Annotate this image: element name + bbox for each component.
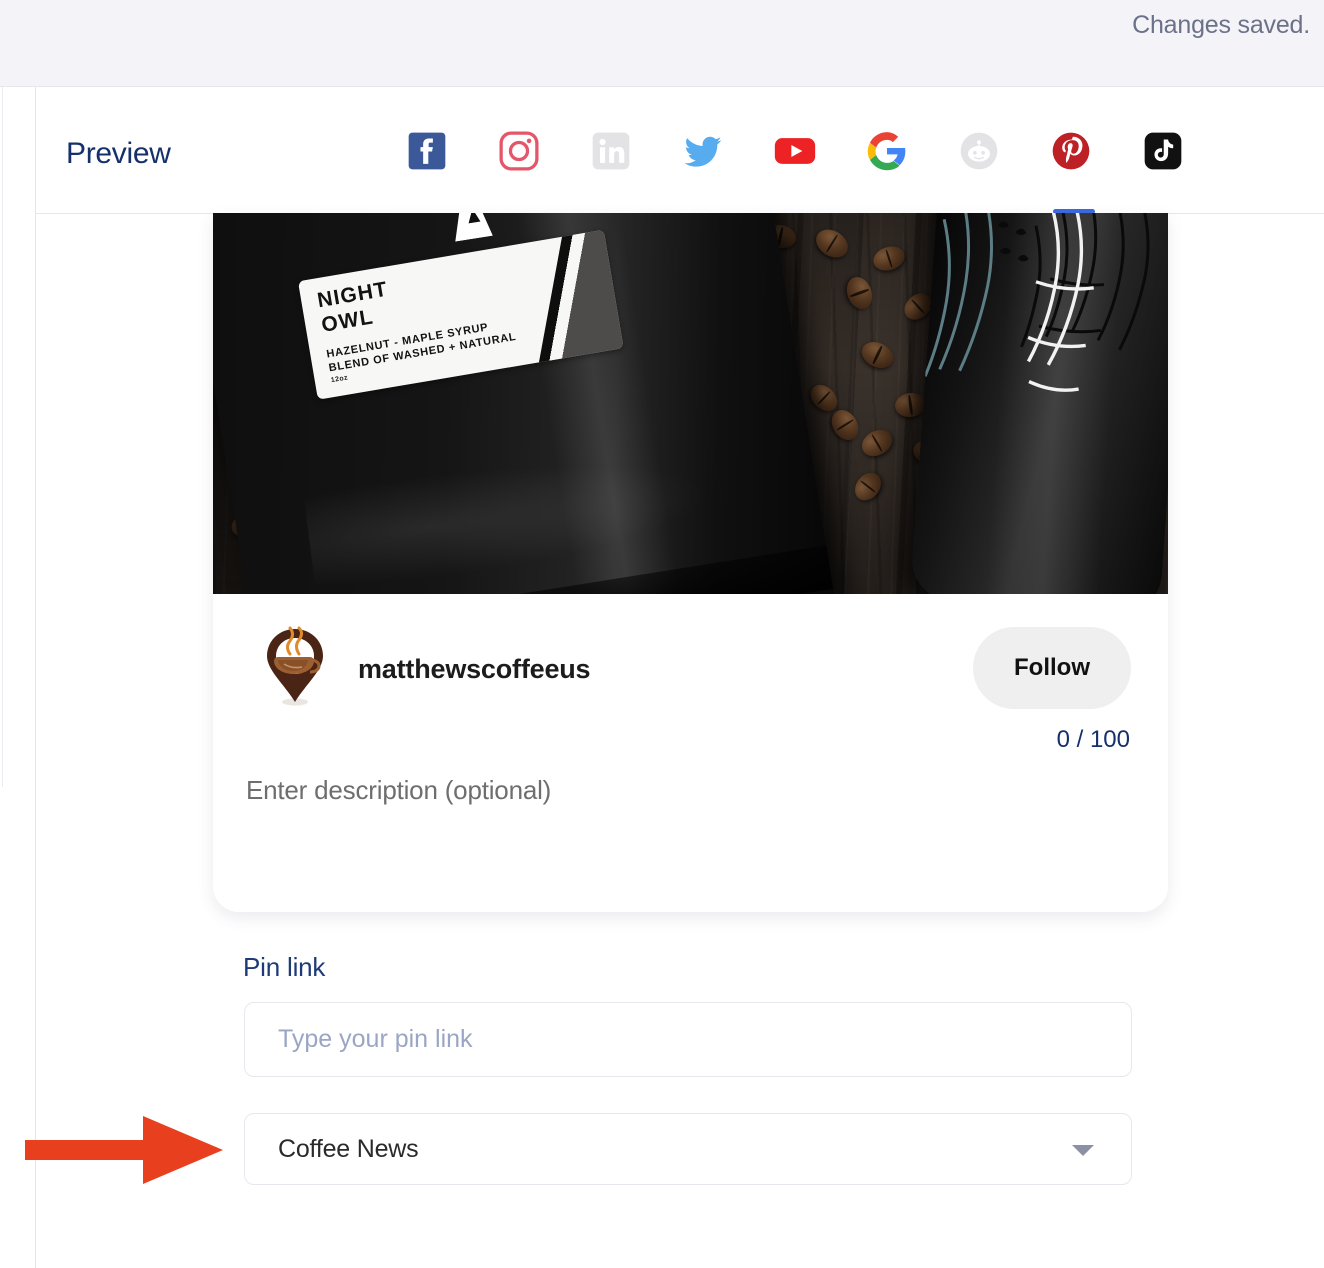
account-row: matthewscoffeeus Follow bbox=[213, 614, 1168, 714]
status-bar: Changes saved. bbox=[0, 0, 1324, 87]
twitter-icon bbox=[684, 136, 722, 167]
annotation-arrow-icon bbox=[25, 1116, 223, 1184]
description-input[interactable]: Enter description (optional) bbox=[246, 775, 551, 806]
coffee-bag: NIGHT OWL HAZELNUT - MAPLE SYRUP BLEND OF … bbox=[213, 213, 835, 594]
facebook-icon bbox=[408, 132, 446, 169]
youtube-icon bbox=[774, 137, 816, 164]
pinterest-icon bbox=[1052, 132, 1090, 169]
social-network-tabs bbox=[381, 87, 1209, 214]
status-message: Changes saved. bbox=[1132, 11, 1310, 39]
tab-linkedin[interactable] bbox=[565, 87, 657, 214]
tab-youtube[interactable] bbox=[749, 87, 841, 214]
account-handle: matthewscoffeeus bbox=[358, 654, 591, 684]
board-select[interactable]: Coffee News bbox=[244, 1113, 1132, 1185]
tiktok-icon bbox=[1144, 132, 1182, 169]
board-select-value: Coffee News bbox=[278, 1135, 419, 1163]
tab-twitter[interactable] bbox=[657, 87, 749, 214]
tab-facebook[interactable] bbox=[381, 87, 473, 214]
tab-pinterest[interactable] bbox=[1025, 87, 1117, 214]
owl-wing-artwork-icon bbox=[923, 213, 1150, 392]
instagram-icon bbox=[499, 130, 539, 171]
pin-link-label: Pin link bbox=[243, 952, 326, 982]
post-image: NIGHT OWL HAZELNUT - MAPLE SYRUP BLEND OF … bbox=[213, 213, 1168, 594]
page-title: Preview bbox=[66, 137, 171, 170]
mountain-logo-icon bbox=[455, 213, 494, 242]
linkedin-icon bbox=[592, 132, 630, 169]
left-rail-outer-divider bbox=[2, 87, 3, 787]
coffee-pin-avatar-icon bbox=[267, 626, 323, 706]
tab-google[interactable] bbox=[841, 87, 933, 214]
post-card-body: matthewscoffeeus Follow 0 / 100 Enter de… bbox=[213, 594, 1168, 912]
coffee-tumbler bbox=[909, 213, 1168, 594]
preview-page: Changes saved. Preview NIGHT OWL HAZELNU… bbox=[0, 0, 1324, 1268]
reddit-icon bbox=[960, 132, 998, 169]
follow-button[interactable]: Follow bbox=[973, 627, 1131, 709]
character-counter: 0 / 100 bbox=[1056, 726, 1130, 753]
tab-reddit[interactable] bbox=[933, 87, 1025, 214]
left-rail-inner-divider bbox=[35, 87, 36, 1268]
chevron-down-icon bbox=[1072, 1145, 1094, 1156]
preview-header: Preview bbox=[36, 87, 1324, 214]
post-preview-card: NIGHT OWL HAZELNUT - MAPLE SYRUP BLEND OF … bbox=[213, 213, 1168, 912]
pin-link-input[interactable] bbox=[244, 1002, 1132, 1077]
google-icon bbox=[867, 131, 906, 170]
bag-label-title: NIGHT OWL bbox=[315, 277, 390, 337]
bag-label-size: 12oz bbox=[330, 374, 349, 385]
tab-instagram[interactable] bbox=[473, 87, 565, 214]
tab-tiktok[interactable] bbox=[1117, 87, 1209, 214]
